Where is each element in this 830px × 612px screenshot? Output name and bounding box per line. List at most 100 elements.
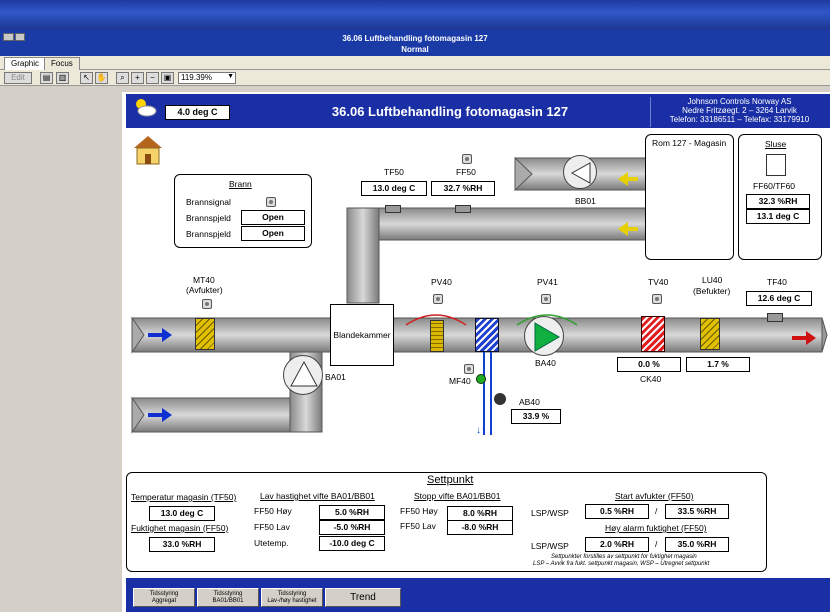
start-lsp-value[interactable]: 0.5 %RH [585, 504, 649, 519]
mt40-indicator[interactable] [202, 299, 212, 309]
tv40-indicator[interactable] [652, 294, 662, 304]
tf40-label: TF40 [767, 277, 787, 287]
rom-label: Rom 127 - Magasin [652, 138, 727, 148]
fit-icon[interactable]: ▣ [161, 72, 174, 84]
blandekammer[interactable]: Blandekammer [330, 304, 394, 366]
desktop-top-band [0, 0, 830, 30]
separator: / [655, 506, 658, 516]
fukt-setpoint-value[interactable]: 33.0 %RH [149, 537, 215, 552]
ff50-sensor [455, 205, 471, 213]
setpoint-note: Settpunkter forstilles av settpunkt for … [551, 554, 697, 560]
button-line: Tidsstyring [277, 591, 307, 597]
tf50-value[interactable]: 13.0 deg C [361, 181, 427, 196]
stopp-title: Stopp vifte BA01/BB01 [414, 491, 501, 501]
alarm-wsp-value[interactable]: 35.0 %RH [665, 537, 729, 552]
chevron-down-icon: ▼ [227, 73, 234, 80]
ba01-label: BA01 [325, 372, 346, 382]
stopp-value[interactable]: 8.0 %RH [447, 506, 513, 521]
tf40-value[interactable]: 12.6 deg C [746, 291, 812, 306]
button-line: Lav-/høy hastighet [267, 598, 317, 604]
print-preview-icon[interactable]: ▥ [56, 72, 69, 84]
lav-value[interactable]: -10.0 deg C [319, 536, 385, 551]
tf50-sensor [385, 205, 401, 213]
system-menu-icon[interactable] [3, 33, 14, 41]
mf40-indicator[interactable] [464, 364, 474, 374]
ck40-label: CK40 [640, 374, 662, 384]
lu40-value[interactable]: 1.7 % [686, 357, 750, 372]
bb01-label: BB01 [575, 196, 596, 206]
stopp-label: FF50 Lav [400, 521, 436, 531]
brannsignal-indicator[interactable] [266, 197, 276, 207]
tidsstyring-ba01-button[interactable]: Tidsstyring BA01/BB01 [197, 588, 259, 607]
start-wsp-value[interactable]: 33.5 %RH [665, 504, 729, 519]
start-avfukter-title: Start avfukter (FF50) [615, 491, 694, 501]
trend-button[interactable]: Trend [325, 588, 401, 607]
alarm-title: Høy alarm fuktighet (FF50) [605, 523, 707, 533]
tab-graphic[interactable]: Graphic [4, 57, 47, 70]
company-line: Johnson Controls Norway AS [687, 97, 792, 106]
zoom-icon[interactable]: ⌕ [116, 72, 129, 84]
alarm-lsp-value[interactable]: 2.0 %RH [585, 537, 649, 552]
temp-setpoint-label: Temperatur magasin (TF50) [131, 492, 237, 502]
pv40-heater[interactable] [430, 320, 444, 352]
ab40-value[interactable]: 33.9 % [511, 409, 561, 424]
lu40-sub: (Befukter) [693, 286, 731, 296]
ff50-label: FF50 [456, 167, 476, 177]
print-icon[interactable]: ▤ [40, 72, 53, 84]
zoom-select[interactable]: 119.39% ▼ [178, 72, 236, 84]
minimize-icon[interactable] [15, 33, 25, 41]
pv40-indicator[interactable] [433, 294, 443, 304]
brannspjeld-value: Open [241, 226, 305, 241]
settpunkt-title: Settpunkt [427, 474, 474, 486]
button-line: Tidsstyring [213, 591, 243, 597]
window-titlebar: 36.06 Luftbehandling fotomagasin 127 Nor… [0, 30, 830, 56]
select-icon[interactable]: ↖ [80, 72, 93, 84]
mt40-dehumidifier[interactable] [195, 318, 215, 350]
ba40-label: BA40 [535, 358, 556, 368]
temp-setpoint-value[interactable]: 13.0 deg C [149, 506, 215, 521]
ck40-value[interactable]: 0.0 % [617, 357, 681, 372]
zoom-out-icon[interactable]: − [146, 72, 159, 84]
cooler-coil[interactable] [475, 318, 499, 352]
lav-label: Utetemp. [254, 538, 289, 548]
pump-icon[interactable] [476, 374, 486, 384]
ff50-value[interactable]: 32.7 %RH [431, 181, 495, 196]
lav-value[interactable]: 5.0 %RH [319, 505, 385, 520]
tab-focus[interactable]: Focus [44, 57, 80, 70]
tidsstyring-hastighet-button[interactable]: Tidsstyring Lav-/høy hastighet [261, 588, 323, 607]
brann-title: Brann [229, 179, 252, 189]
lav-label: FF50 Lav [254, 522, 290, 532]
page-title: 36.06 Luftbehandling fotomagasin 127 [331, 104, 569, 119]
button-line: BA01/BB01 [212, 598, 244, 604]
company-info: Johnson Controls Norway AS Nedre Fritzøe… [650, 97, 828, 127]
lsp-wsp-label: LSP/WSP [531, 508, 569, 518]
lsp-wsp-label: LSP/WSP [531, 541, 569, 551]
stopp-label: FF50 Høy [400, 506, 438, 516]
lav-label: FF50 Høy [254, 506, 292, 516]
lu40-humidifier[interactable] [700, 318, 720, 350]
pan-icon[interactable]: ✋ [95, 72, 108, 84]
ff50-indicator[interactable] [462, 154, 472, 164]
button-line: Aggregat [151, 598, 177, 604]
zoom-in-icon[interactable]: + [131, 72, 144, 84]
ba40-fan[interactable] [524, 316, 564, 356]
mt40-label: MT40 [193, 275, 215, 285]
separator: / [655, 539, 658, 549]
ab40-valve-icon[interactable] [494, 393, 506, 405]
door-icon [766, 154, 786, 176]
ab40-label: AB40 [519, 397, 540, 407]
brannsignal-label: Brannsignal [186, 197, 231, 207]
lav-value[interactable]: -5.0 %RH [319, 520, 385, 535]
bb01-fan[interactable] [563, 155, 597, 189]
edit-button[interactable]: Edit [4, 72, 32, 84]
stopp-value[interactable]: -8.0 %RH [447, 520, 513, 535]
weather-icon [132, 96, 158, 118]
pv41-label: PV41 [537, 277, 558, 287]
ba01-fan[interactable] [283, 355, 323, 395]
tidsstyring-aggregat-button[interactable]: Tidsstyring Aggregat [133, 588, 195, 607]
rom-panel [645, 134, 734, 260]
tv40-heat-recovery[interactable] [641, 316, 665, 352]
tf40-sensor [767, 313, 783, 322]
pv41-indicator[interactable] [541, 294, 551, 304]
company-line: Nedre Fritzøegt. 2 – 3264 Larvik [682, 106, 797, 115]
